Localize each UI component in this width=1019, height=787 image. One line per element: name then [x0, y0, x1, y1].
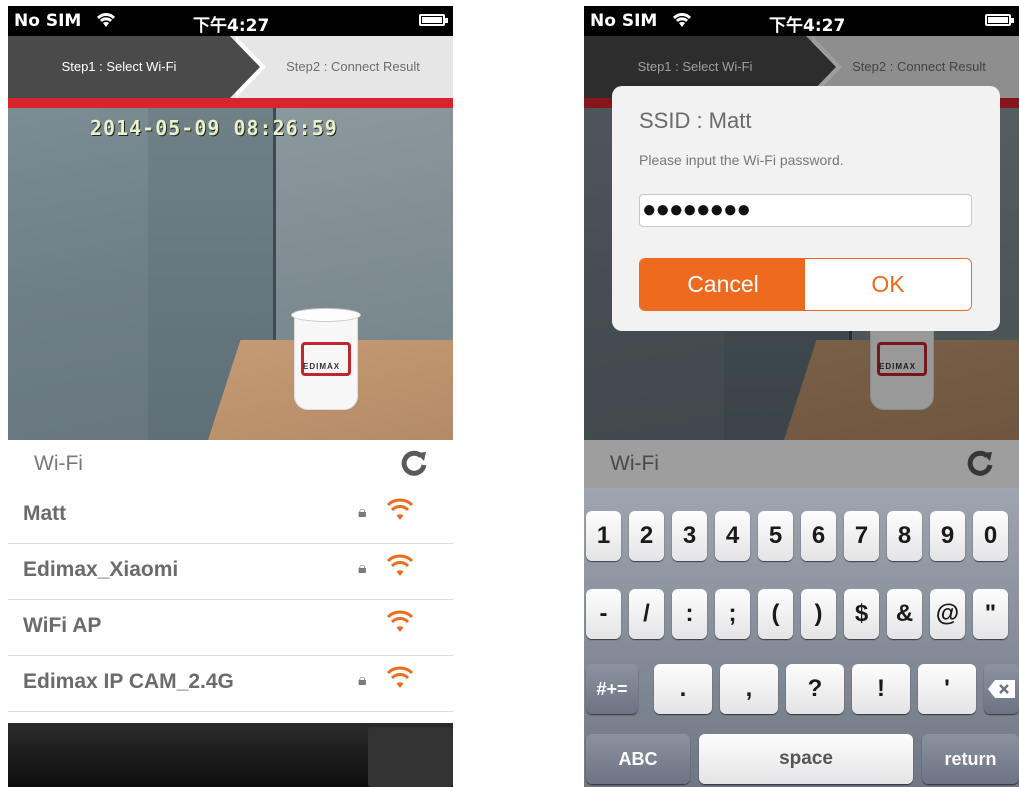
key-question[interactable]: ? [786, 664, 844, 714]
key-9[interactable]: 9 [930, 511, 965, 561]
dialog-hint: Please input the Wi-Fi password. [639, 152, 844, 168]
key-comma[interactable]: , [720, 664, 778, 714]
password-dialog: SSID : Matt Please input the Wi-Fi passw… [612, 86, 1000, 331]
wifi-row-wifi-ap[interactable]: WiFi AP [8, 600, 453, 656]
clock: 下午4:27 [769, 16, 846, 36]
key-2[interactable]: 2 [629, 511, 664, 561]
step-indicator: Step1 : Select Wi-Fi Step2 : Connect Res… [8, 36, 453, 98]
key-8[interactable]: 8 [887, 511, 922, 561]
network-name: WiFi AP [23, 614, 102, 637]
wifi-network-list: Matt 🔒︎ Edimax_Xiaomi 🔒︎ WiFi AP Edimax … [8, 488, 453, 723]
key-7[interactable]: 7 [844, 511, 879, 561]
wifi-signal-icon [386, 554, 414, 583]
wifi-signal-icon [386, 666, 414, 695]
key-abc[interactable]: ABC [586, 734, 690, 784]
key-dollar[interactable]: $ [844, 589, 879, 639]
cup-brand-text: EDIMAX [303, 362, 341, 371]
key-period[interactable]: . [654, 664, 712, 714]
toolbar-button[interactable] [368, 727, 453, 787]
dialog-buttons: Cancel OK [639, 258, 972, 311]
wifi-header-label: Wi-Fi [34, 452, 83, 475]
key-4[interactable]: 4 [715, 511, 750, 561]
dialog-ssid-title: SSID : Matt [639, 108, 752, 133]
cup-image: EDIMAX [291, 308, 361, 410]
refresh-icon[interactable] [399, 448, 429, 486]
lock-icon: 🔒︎ [358, 672, 367, 689]
key-apostrophe[interactable]: ' [918, 664, 976, 714]
battery-icon [419, 14, 448, 26]
key-1[interactable]: 1 [586, 511, 621, 561]
step1-text: Step1 : Select Wi-Fi [61, 59, 177, 74]
camera-timestamp: 2014-05-09 08:26:59 [90, 116, 338, 140]
key-at[interactable]: @ [930, 589, 965, 639]
carrier-label: No SIM [14, 11, 82, 31]
key-return[interactable]: return [922, 734, 1019, 784]
key-6[interactable]: 6 [801, 511, 836, 561]
key-slash[interactable]: / [629, 589, 664, 639]
wifi-signal-icon [386, 498, 414, 527]
key-5[interactable]: 5 [758, 511, 793, 561]
network-name: Edimax_Xiaomi [23, 558, 179, 581]
phone-wifi-list: No SIM 下午4:27 Step1 : Select Wi-Fi Step2… [8, 6, 453, 787]
backspace-key[interactable] [984, 664, 1019, 714]
progress-red-bar [8, 98, 453, 108]
key-ampersand[interactable]: & [887, 589, 922, 639]
cancel-button[interactable]: Cancel [640, 259, 806, 310]
key-symbols-toggle[interactable]: #+= [586, 664, 638, 714]
key-0[interactable]: 0 [973, 511, 1008, 561]
network-name: Matt [23, 502, 67, 525]
lock-icon: 🔒︎ [358, 560, 367, 577]
wifi-signal-icon [386, 610, 414, 639]
camera-preview: EDIMAX 2014-05-09 08:26:59 [8, 108, 453, 440]
numeric-keyboard: 1 2 3 4 5 6 7 8 9 0 - / : ; ( ) $ & @ " … [584, 488, 1019, 787]
wifi-status-icon [94, 9, 118, 34]
ok-button[interactable]: OK [805, 259, 971, 310]
lock-icon: 🔒︎ [358, 504, 367, 521]
wifi-section-header: Wi-Fi [8, 440, 453, 490]
key-3[interactable]: 3 [672, 511, 707, 561]
bottom-toolbar [8, 723, 453, 787]
network-name: Edimax IP CAM_2.4G [23, 670, 234, 693]
wifi-row-edimax-xiaomi[interactable]: Edimax_Xiaomi 🔒︎ [8, 544, 453, 600]
step1-label: Step1 : Select Wi-Fi [8, 36, 266, 98]
phone-password-dialog: No SIM 下午4:27 Step1 : Select Wi-Fi Step2… [584, 6, 1019, 787]
key-close-paren[interactable]: ) [801, 589, 836, 639]
key-quote[interactable]: " [973, 589, 1008, 639]
backspace-icon [987, 680, 1015, 698]
carrier-label: No SIM [590, 11, 658, 31]
key-space[interactable]: space [699, 734, 913, 784]
status-bar: No SIM 下午4:27 [584, 6, 1019, 36]
wifi-status-icon [670, 9, 694, 34]
wifi-row-matt[interactable]: Matt 🔒︎ [8, 488, 453, 544]
key-exclamation[interactable]: ! [852, 664, 910, 714]
key-colon[interactable]: : [672, 589, 707, 639]
clock: 下午4:27 [193, 16, 270, 36]
step2-label: Step2 : Connect Result [286, 59, 420, 74]
battery-icon [985, 14, 1014, 26]
status-bar: No SIM 下午4:27 [8, 6, 453, 36]
key-open-paren[interactable]: ( [758, 589, 793, 639]
key-semicolon[interactable]: ; [715, 589, 750, 639]
password-field[interactable]: ●●●●●●●● [639, 194, 972, 227]
key-dash[interactable]: - [586, 589, 621, 639]
wifi-row-edimax-ip-cam[interactable]: Edimax IP CAM_2.4G 🔒︎ [8, 656, 453, 712]
